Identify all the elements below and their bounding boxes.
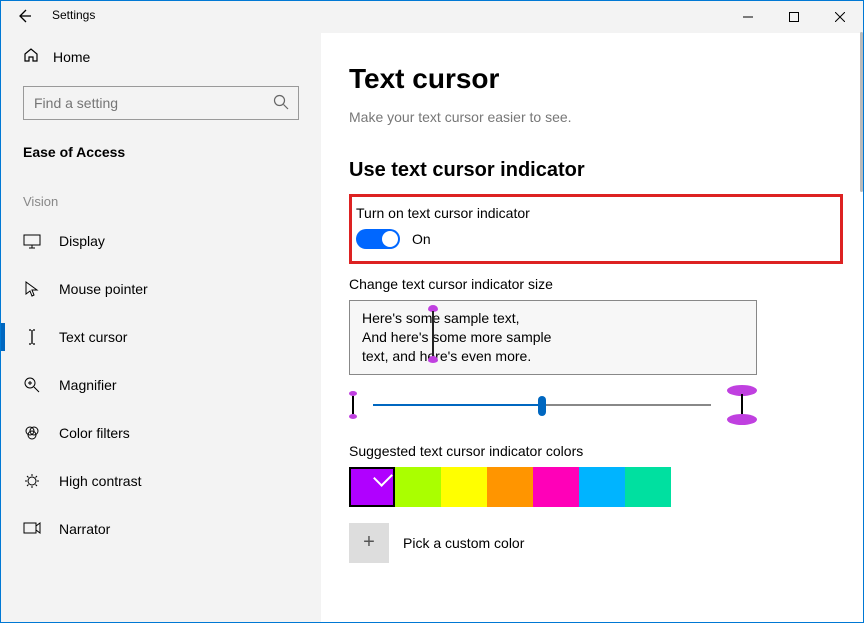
sidebar-item-high-contrast[interactable]: High contrast bbox=[1, 457, 321, 505]
color-swatch[interactable] bbox=[487, 467, 533, 507]
body: Home Ease of Access Vision Display Mouse… bbox=[1, 33, 863, 622]
close-button[interactable] bbox=[817, 1, 863, 33]
preview-box: Here's some sample text, And here's some… bbox=[349, 300, 757, 375]
page-subtitle: Make your text cursor easier to see. bbox=[349, 109, 843, 125]
color-swatch[interactable] bbox=[395, 467, 441, 507]
size-slider-row bbox=[349, 385, 757, 425]
sidebar-item-label: Text cursor bbox=[59, 329, 127, 345]
page-title: Text cursor bbox=[349, 63, 843, 95]
sidebar-item-label: High contrast bbox=[59, 473, 141, 489]
maximize-button[interactable] bbox=[771, 1, 817, 33]
window-title: Settings bbox=[52, 8, 95, 22]
search-wrap bbox=[23, 86, 299, 120]
section-heading-indicator: Use text cursor indicator bbox=[349, 159, 843, 182]
sidebar-item-label: Display bbox=[59, 233, 105, 249]
sidebar-item-label: Color filters bbox=[59, 425, 130, 441]
custom-color-label: Pick a custom color bbox=[403, 535, 524, 551]
home-link[interactable]: Home bbox=[1, 33, 321, 80]
main-content: Text cursor Make your text cursor easier… bbox=[321, 33, 863, 622]
text-cursor-icon bbox=[23, 328, 41, 346]
sidebar-item-magnifier[interactable]: Magnifier bbox=[1, 361, 321, 409]
preview-line: Here's some sample text, bbox=[362, 309, 744, 328]
titlebar: Settings bbox=[1, 1, 863, 33]
color-swatch[interactable] bbox=[349, 467, 395, 507]
settings-window: Settings Home Ease of Access Vis bbox=[0, 0, 864, 623]
size-label: Change text cursor indicator size bbox=[349, 276, 843, 292]
home-icon bbox=[23, 47, 39, 66]
colors-label: Suggested text cursor indicator colors bbox=[349, 443, 843, 459]
sidebar: Home Ease of Access Vision Display Mouse… bbox=[1, 33, 321, 622]
sidebar-item-text-cursor[interactable]: Text cursor bbox=[1, 313, 321, 361]
sidebar-item-narrator[interactable]: Narrator bbox=[1, 505, 321, 553]
back-icon[interactable] bbox=[16, 8, 32, 29]
toggle-label: Turn on text cursor indicator bbox=[356, 205, 832, 221]
mouse-pointer-icon bbox=[23, 280, 41, 298]
section-title: Ease of Access bbox=[1, 138, 321, 182]
minimize-button[interactable] bbox=[725, 1, 771, 33]
color-swatch[interactable] bbox=[441, 467, 487, 507]
sidebar-item-label: Mouse pointer bbox=[59, 281, 148, 297]
plus-icon: + bbox=[363, 531, 375, 554]
preview-line: And here's some more sample bbox=[362, 328, 744, 347]
search-input[interactable] bbox=[23, 86, 299, 120]
narrator-icon bbox=[23, 520, 41, 538]
color-filters-icon bbox=[23, 424, 41, 442]
sidebar-item-mouse-pointer[interactable]: Mouse pointer bbox=[1, 265, 321, 313]
indicator-toggle[interactable] bbox=[356, 229, 400, 249]
sidebar-item-label: Narrator bbox=[59, 521, 110, 537]
sidebar-item-display[interactable]: Display bbox=[1, 217, 321, 265]
group-label: Vision bbox=[1, 182, 321, 217]
sidebar-item-color-filters[interactable]: Color filters bbox=[1, 409, 321, 457]
color-swatch[interactable] bbox=[533, 467, 579, 507]
color-swatches bbox=[349, 467, 843, 507]
color-swatch[interactable] bbox=[625, 467, 671, 507]
magnifier-icon bbox=[23, 376, 41, 394]
scrollbar-thumb[interactable] bbox=[860, 32, 863, 192]
custom-color-row: + Pick a custom color bbox=[349, 523, 843, 563]
pick-custom-color-button[interactable]: + bbox=[349, 523, 389, 563]
high-contrast-icon bbox=[23, 472, 41, 490]
search-icon bbox=[273, 94, 289, 115]
highlight-annotation: Turn on text cursor indicator On bbox=[349, 194, 843, 264]
home-label: Home bbox=[53, 49, 90, 65]
size-slider[interactable] bbox=[373, 393, 711, 417]
slider-max-icon bbox=[727, 385, 757, 425]
slider-min-icon bbox=[349, 391, 357, 419]
color-swatch[interactable] bbox=[579, 467, 625, 507]
toggle-state: On bbox=[412, 231, 431, 247]
display-icon bbox=[23, 232, 41, 250]
preview-line: text, and here's even more. bbox=[362, 347, 744, 366]
sidebar-item-label: Magnifier bbox=[59, 377, 117, 393]
